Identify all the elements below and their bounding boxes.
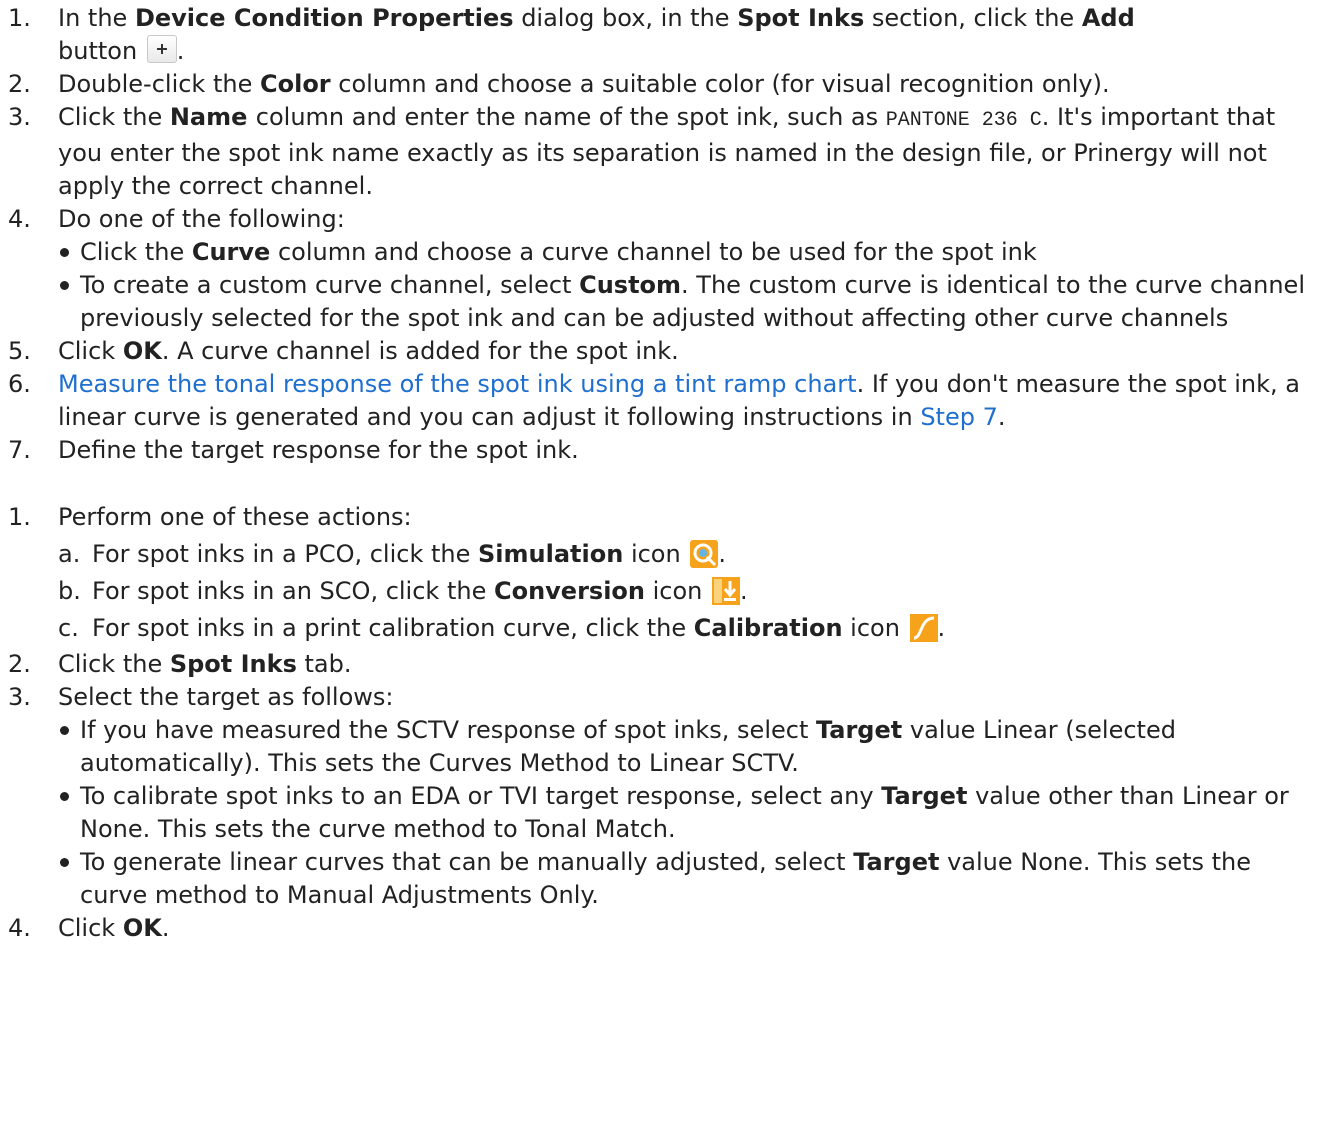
procedure-list-2: 1. Perform one of these actions: a. For … [0,501,1332,945]
bullet-item: If you have measured the SCTV response o… [0,714,1320,780]
item-text: icon [645,577,711,605]
list-item: 1. Perform one of these actions: a. For … [0,501,1332,645]
step-text: dialog box, in the [513,4,738,32]
item-text: . [740,577,748,605]
ui-term: OK [122,337,162,365]
step-text: Double-click the [58,70,260,98]
step-text: Click [58,337,123,365]
step-text: . [176,37,185,65]
ui-term: Spot Inks [737,4,865,32]
instructions-page: 1. In the Device Condition Properties di… [0,0,1332,1131]
step-number: 3. [8,683,31,711]
step-text: . A curve channel is added for the spot … [161,337,679,365]
step-number: 5. [8,337,31,365]
step-number: 4. [8,914,31,942]
list-item: 6. Measure the tonal response of the spo… [0,368,1332,434]
bullet-list: Click the Curve column and choose a curv… [0,236,1320,335]
step-text: Click the [58,650,170,678]
ui-term: Target [881,782,968,810]
item-text: . [937,614,946,642]
step-text: column and enter the name of the spot in… [255,103,886,131]
step-text: Define the target response for the spot … [58,436,579,464]
plus-button-icon [146,35,177,63]
ui-term: Curve [191,238,271,266]
item-text: For spot inks in a PCO, click the [92,540,478,568]
step-number: 3. [8,103,31,131]
ui-term: Simulation [478,540,624,568]
step-number: 1. [8,4,31,32]
ui-term: Conversion [493,577,645,605]
list-item: 7. Define the target response for the sp… [0,434,1332,467]
item-letter: a. [58,540,81,568]
item-text: For spot inks in a print calibration cur… [92,614,694,642]
lettered-item: b. For spot inks in an SCO, click the Co… [0,574,1320,608]
list-item: 4. Click OK. [0,912,1332,945]
step-text: column and choose a suitable color (for … [330,70,1110,98]
bullet-item: To create a custom curve channel, select… [0,269,1320,335]
step-text: section, click the [864,4,1082,32]
conversion-icon [712,577,741,605]
item-text: icon [842,614,908,642]
tint-ramp-link[interactable]: Measure the tonal response of the spot i… [58,370,857,398]
step-number: 6. [8,370,31,398]
bullet-item: To calibrate spot inks to an EDA or TVI … [0,780,1320,846]
step-text: . [997,403,1006,431]
step-text: tab. [296,650,352,678]
lettered-item: c. For spot inks in a print calibration … [0,611,1320,645]
bullet-item: Click the Curve column and choose a curv… [0,236,1320,269]
step-text: . [161,914,170,942]
ui-term: Calibration [693,614,843,642]
bullet-text: To generate linear curves that can be ma… [80,848,854,876]
list-item: 2. Double-click the Color column and cho… [0,68,1332,101]
step-number: 2. [8,70,31,98]
bullet-item: To generate linear curves that can be ma… [0,846,1320,912]
list-item: 3. Click the Name column and enter the n… [0,101,1332,203]
bullet-list: If you have measured the SCTV response o… [0,714,1320,912]
ui-term: Device Condition Properties [134,4,514,32]
lettered-list: a. For spot inks in a PCO, click the Sim… [0,537,1320,645]
ui-term: Target [853,848,940,876]
ui-term: Color [259,70,331,98]
step-number: 4. [8,205,31,233]
step-text: In the [58,4,135,32]
step-text: Do one of the following: [58,205,345,233]
item-text: . [718,540,726,568]
step-number: 2. [8,650,31,678]
step-text: Click [58,914,123,942]
item-letter: b. [58,577,81,605]
code-example: PANTONE 236 C [885,109,1042,132]
step-text: button [58,37,145,65]
bullet-text: To create a custom curve channel, select [80,271,580,299]
step-number: 1. [8,503,31,531]
step-number: 7. [8,436,31,464]
lettered-item: a. For spot inks in a PCO, click the Sim… [0,537,1320,571]
ui-term: Custom [579,271,682,299]
list-item: 1. In the Device Condition Properties di… [0,2,1332,68]
step-7-link[interactable]: Step 7 [920,403,998,431]
item-text: For spot inks in an SCO, click the [92,577,494,605]
bullet-text: Click the [80,238,192,266]
item-text: icon [623,540,689,568]
step-text: Click the [58,103,170,131]
ui-term: Spot Inks [169,650,297,678]
bullet-text: If you have measured the SCTV response o… [80,716,816,744]
step-text: Select the target as follows: [58,683,394,711]
list-item: 4. Do one of the following: Click the Cu… [0,203,1332,335]
ui-term: Add [1081,4,1135,32]
procedure-list-1: 1. In the Device Condition Properties di… [0,2,1332,467]
item-letter: c. [58,614,79,642]
step-text: Perform one of these actions: [58,503,412,531]
bullet-text: column and choose a curve channel to be … [270,238,1037,266]
calibration-icon [909,614,938,642]
list-item: 2. Click the Spot Inks tab. [0,648,1332,681]
list-item: 5. Click OK. A curve channel is added fo… [0,335,1332,368]
ui-term: OK [122,914,162,942]
ui-term: Target [815,716,903,744]
ui-term: Name [169,103,256,131]
bullet-text: To calibrate spot inks to an EDA or TVI … [80,782,882,810]
simulation-icon [690,540,719,568]
list-item: 3. Select the target as follows: If you … [0,681,1332,912]
